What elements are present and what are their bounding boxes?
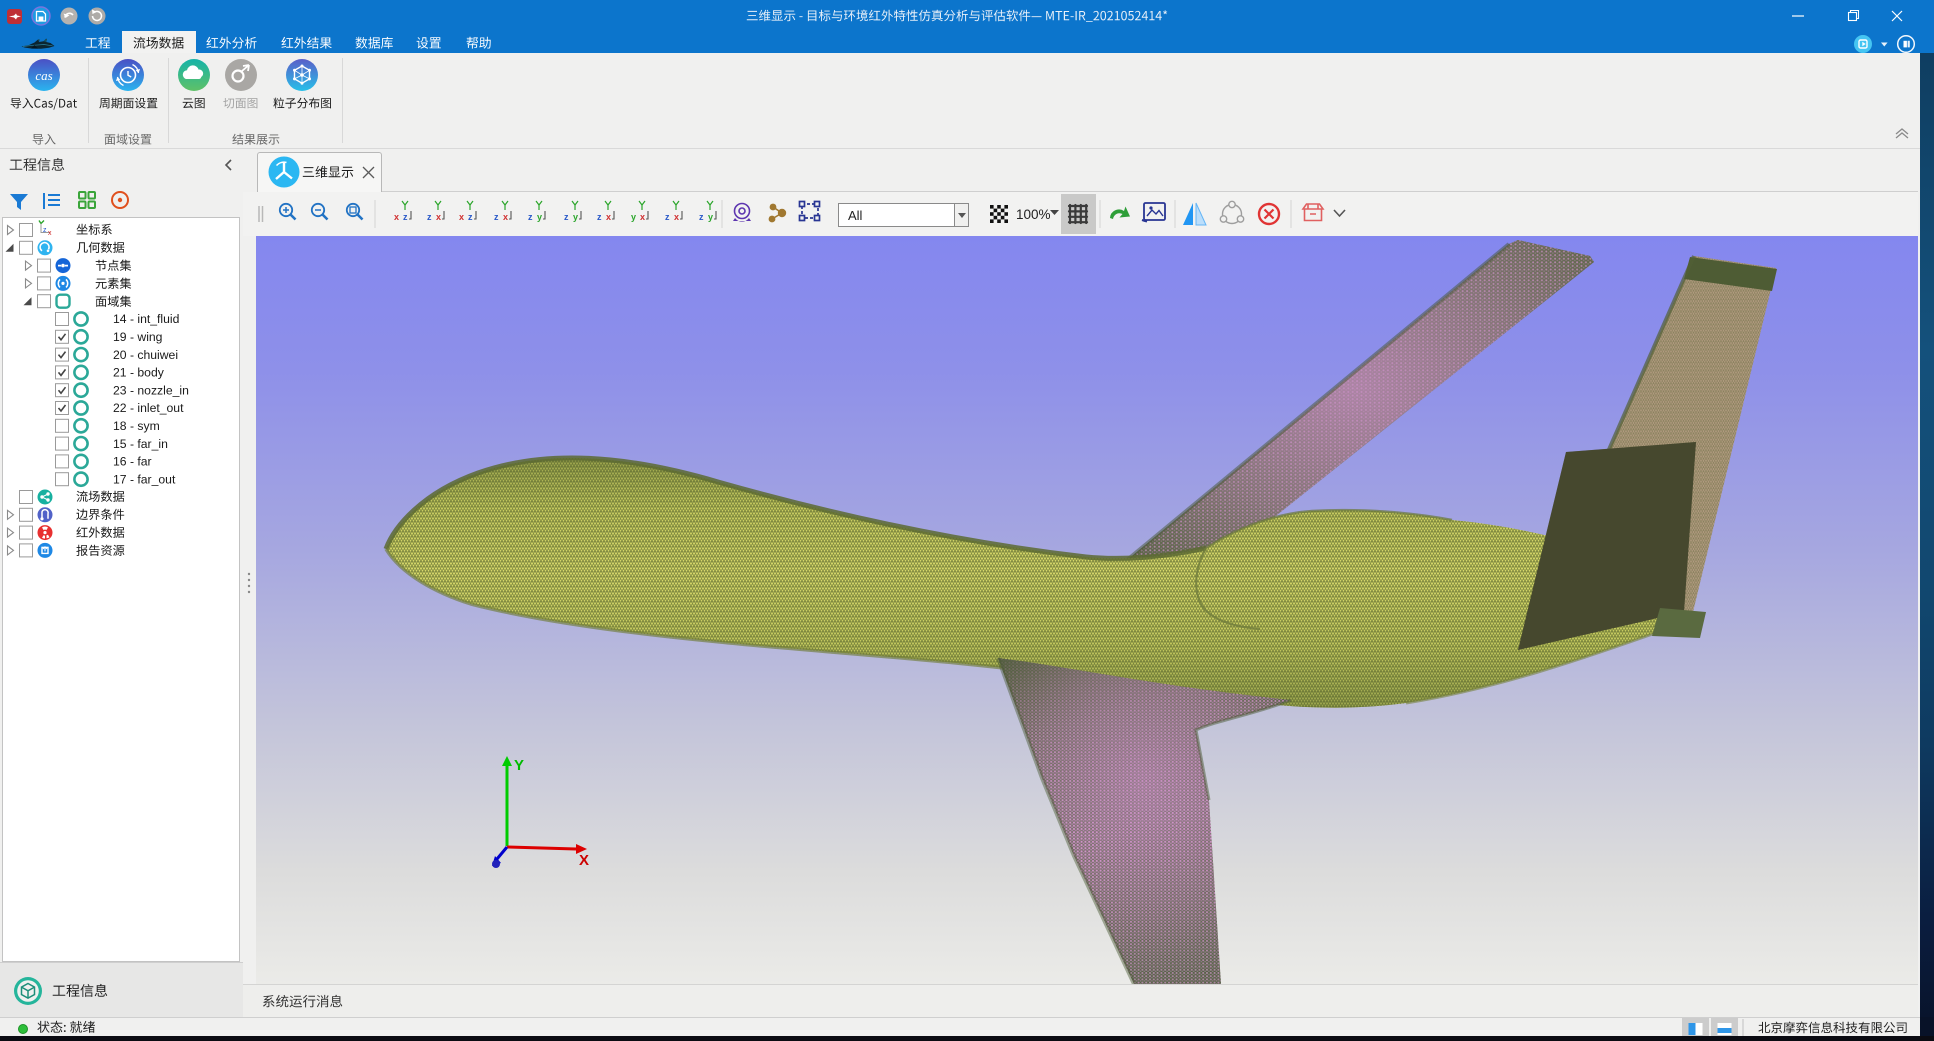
svg-text:z: z [665, 212, 670, 222]
svg-text:z: z [468, 212, 473, 222]
svg-text:z: z [699, 212, 704, 222]
svg-text:16 - far: 16 - far [113, 455, 152, 469]
svg-text:x: x [48, 230, 52, 237]
svg-text:z: z [43, 227, 47, 234]
svg-text:y: y [631, 212, 636, 222]
svg-text:x: x [674, 212, 679, 222]
svg-text:20 - chuiwei: 20 - chuiwei [113, 348, 178, 362]
svg-text:z: z [427, 212, 432, 222]
svg-text:15 - far_in: 15 - far_in [113, 437, 168, 451]
svg-text:21 - body: 21 - body [113, 366, 165, 380]
svg-text:x: x [503, 212, 508, 222]
svg-text:14 - int_fluid: 14 - int_fluid [113, 312, 179, 326]
svg-text:z: z [564, 212, 569, 222]
svg-text:cas: cas [35, 68, 52, 83]
svg-text:z: z [597, 212, 602, 222]
svg-text:z: z [403, 212, 408, 222]
svg-text:x: x [640, 212, 645, 222]
svg-text:X: X [579, 852, 589, 869]
svg-text:z: z [494, 212, 499, 222]
svg-text:Y: Y [514, 757, 524, 774]
svg-text:22 - inlet_out: 22 - inlet_out [113, 401, 184, 415]
svg-text:y: y [537, 212, 542, 222]
svg-text:x: x [606, 212, 611, 222]
svg-text:19 - wing: 19 - wing [113, 330, 162, 344]
svg-text:z: z [528, 212, 533, 222]
svg-text:x: x [459, 212, 464, 222]
svg-text:y: y [708, 212, 713, 222]
svg-text:y: y [573, 212, 578, 222]
svg-text:x: x [394, 212, 399, 222]
svg-text:23 - nozzle_in: 23 - nozzle_in [113, 383, 189, 397]
svg-text:18 - sym: 18 - sym [113, 419, 160, 433]
svg-text:x: x [436, 212, 441, 222]
svg-text:17 - far_out: 17 - far_out [113, 472, 176, 486]
